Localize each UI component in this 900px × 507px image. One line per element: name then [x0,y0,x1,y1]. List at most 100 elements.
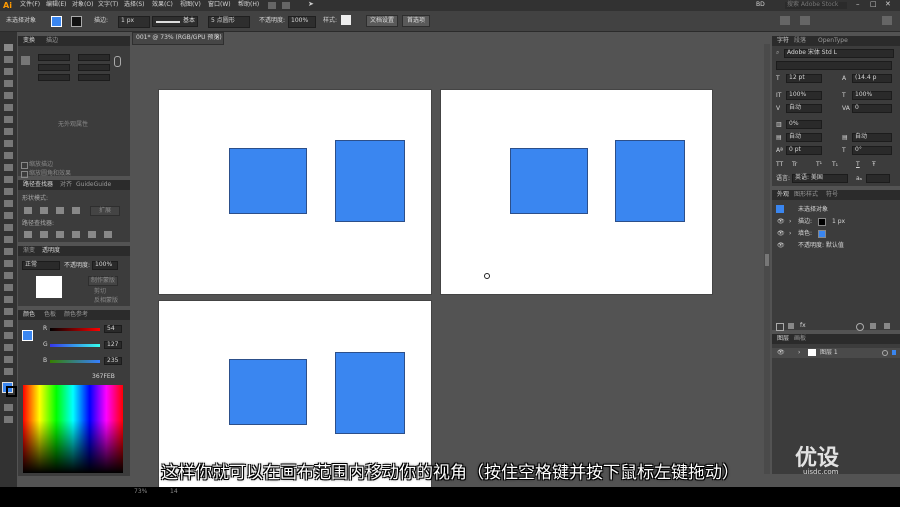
add-fill-icon[interactable] [788,323,794,329]
superscript-button[interactable]: T¹ [816,162,822,168]
font-size-field[interactable]: 12 pt [786,74,822,83]
paintbrush-tool-icon[interactable] [4,152,13,159]
slice-tool-icon[interactable] [4,344,13,351]
preferences-button[interactable]: 首选项 [402,15,430,27]
vertical-scale-field[interactable]: 100% [786,91,822,100]
selection-tool-icon[interactable] [4,44,13,51]
aki-right-field[interactable]: 自动 [852,133,892,142]
graphic-style-swatch[interactable] [341,15,351,25]
blue-rectangle-2b[interactable] [615,140,685,222]
magic-wand-tool-icon[interactable] [4,68,13,75]
document-close-icon[interactable]: ✕ [215,35,220,41]
lasso-tool-icon[interactable] [4,80,13,87]
artboard-2[interactable] [440,89,713,295]
tab-layers[interactable]: 图层 [777,336,789,342]
tab-symbols[interactable]: 符号 [826,192,838,198]
stroke-expand-icon[interactable]: › [789,219,791,225]
scale-strokes-checkbox[interactable] [21,162,28,169]
language-select[interactable]: 英语: 美国 [792,174,848,183]
tab-align[interactable]: 对齐 [60,182,72,188]
tsume-field[interactable]: 0% [786,120,822,129]
menu-effect[interactable]: 效果(C) [152,2,173,8]
layer-row[interactable]: 👁 › 图层 1 [772,348,900,358]
menu-edit[interactable]: 编辑(E) [46,2,66,8]
vertical-scrollbar[interactable] [764,44,770,474]
menu-window[interactable]: 窗口(W) [208,2,231,8]
reference-point-icon[interactable] [21,56,30,65]
leading-field[interactable]: (14.4 p [852,74,892,83]
kerning-field[interactable]: 自动 [786,104,822,113]
rotate-tool-icon[interactable] [4,188,13,195]
tool-stroke-swatch[interactable] [6,386,17,397]
gradient-tool-icon[interactable] [4,272,13,279]
document-setup-button[interactable]: 文档设置 [366,15,398,27]
r-value[interactable]: 54 [104,325,122,333]
stock-search-input[interactable]: 搜索 Adobe Stock [785,2,847,9]
stroke-visibility-icon[interactable]: 👁 [777,219,785,225]
variable-width-profile[interactable]: 基本 [152,16,198,27]
x-field[interactable] [38,54,70,61]
add-effect-icon[interactable]: fx [800,323,806,329]
divide-icon[interactable] [24,231,32,238]
fill-visibility-icon[interactable]: 👁 [777,231,785,237]
appearance-opacity-row[interactable]: 不透明度: 默认值 [798,243,844,249]
tab-color-guide[interactable]: 颜色参考 [64,312,88,318]
perspective-grid-tool-icon[interactable] [4,248,13,255]
tab-paragraph[interactable]: 段落 [794,38,806,44]
menu-file[interactable]: 文件(F) [20,2,40,8]
type-tool-icon[interactable] [4,116,13,123]
menu-select[interactable]: 选择(S) [124,2,145,8]
clip-checkbox-label[interactable]: 剪切 [94,289,106,295]
menu-type[interactable]: 文字(T) [98,2,118,8]
invert-mask-checkbox-label[interactable]: 反相蒙版 [94,298,118,304]
g-slider[interactable] [50,344,100,347]
crop-icon[interactable] [72,231,80,238]
aki-left-field[interactable]: 自动 [786,133,822,142]
stroke-swatch[interactable] [71,16,82,27]
layer-name[interactable]: 图层 1 [820,350,838,356]
shape-builder-tool-icon[interactable] [4,236,13,243]
link-icon[interactable] [114,56,121,67]
outline-icon[interactable] [88,231,96,238]
tab-stroke[interactable]: 描边 [46,38,58,44]
b-value[interactable]: 235 [104,357,122,365]
direct-selection-tool-icon[interactable] [4,56,13,63]
hex-field[interactable]: 367FEB [92,374,115,380]
panel-menu-icon[interactable] [882,16,892,25]
tab-guideguide[interactable]: GuideGuide [76,182,111,188]
transparency-opacity-field[interactable]: 100% [92,261,118,270]
minimize-icon[interactable]: – [856,1,860,8]
intersect-icon[interactable] [56,207,64,214]
expand-button[interactable]: 扩展 [90,206,120,216]
scale-tool-icon[interactable] [4,200,13,207]
artboard-tool-icon[interactable] [4,332,13,339]
trim-icon[interactable] [40,231,48,238]
blue-rectangle-3b[interactable] [335,352,405,434]
rectangle-tool-icon[interactable] [4,140,13,147]
zoom-level[interactable]: 73% [134,489,147,495]
underline-button[interactable]: T [856,162,860,168]
font-search-icon[interactable]: ⌕ [776,50,779,56]
drawing-mode-icon[interactable] [4,404,13,411]
zoom-tool-icon[interactable] [4,368,13,375]
clear-appearance-icon[interactable] [856,323,864,331]
brush-definition[interactable]: 5 点圆形 [208,16,250,28]
appearance-fill-swatch[interactable] [818,230,826,238]
blend-tool-icon[interactable] [4,296,13,303]
appearance-stroke-swatch[interactable] [818,218,826,226]
tab-color[interactable]: 颜色 [23,312,35,318]
rotate-field[interactable] [38,74,70,81]
unite-icon[interactable] [24,207,32,214]
subscript-button[interactable]: T₁ [832,162,838,168]
font-style-field[interactable] [776,61,892,70]
tab-appearance[interactable]: 外观 [777,192,789,198]
column-graph-tool-icon[interactable] [4,320,13,327]
eraser-tool-icon[interactable] [4,176,13,183]
all-caps-button[interactable]: TT [776,162,783,168]
opacity-visibility-icon[interactable]: 👁 [777,243,785,249]
align-icon[interactable] [780,16,790,25]
artboard-navigator[interactable]: 14 [170,489,178,495]
duplicate-item-icon[interactable] [870,323,876,329]
tab-character[interactable]: 字符 [777,38,789,44]
blue-rectangle-3a[interactable] [229,359,307,425]
